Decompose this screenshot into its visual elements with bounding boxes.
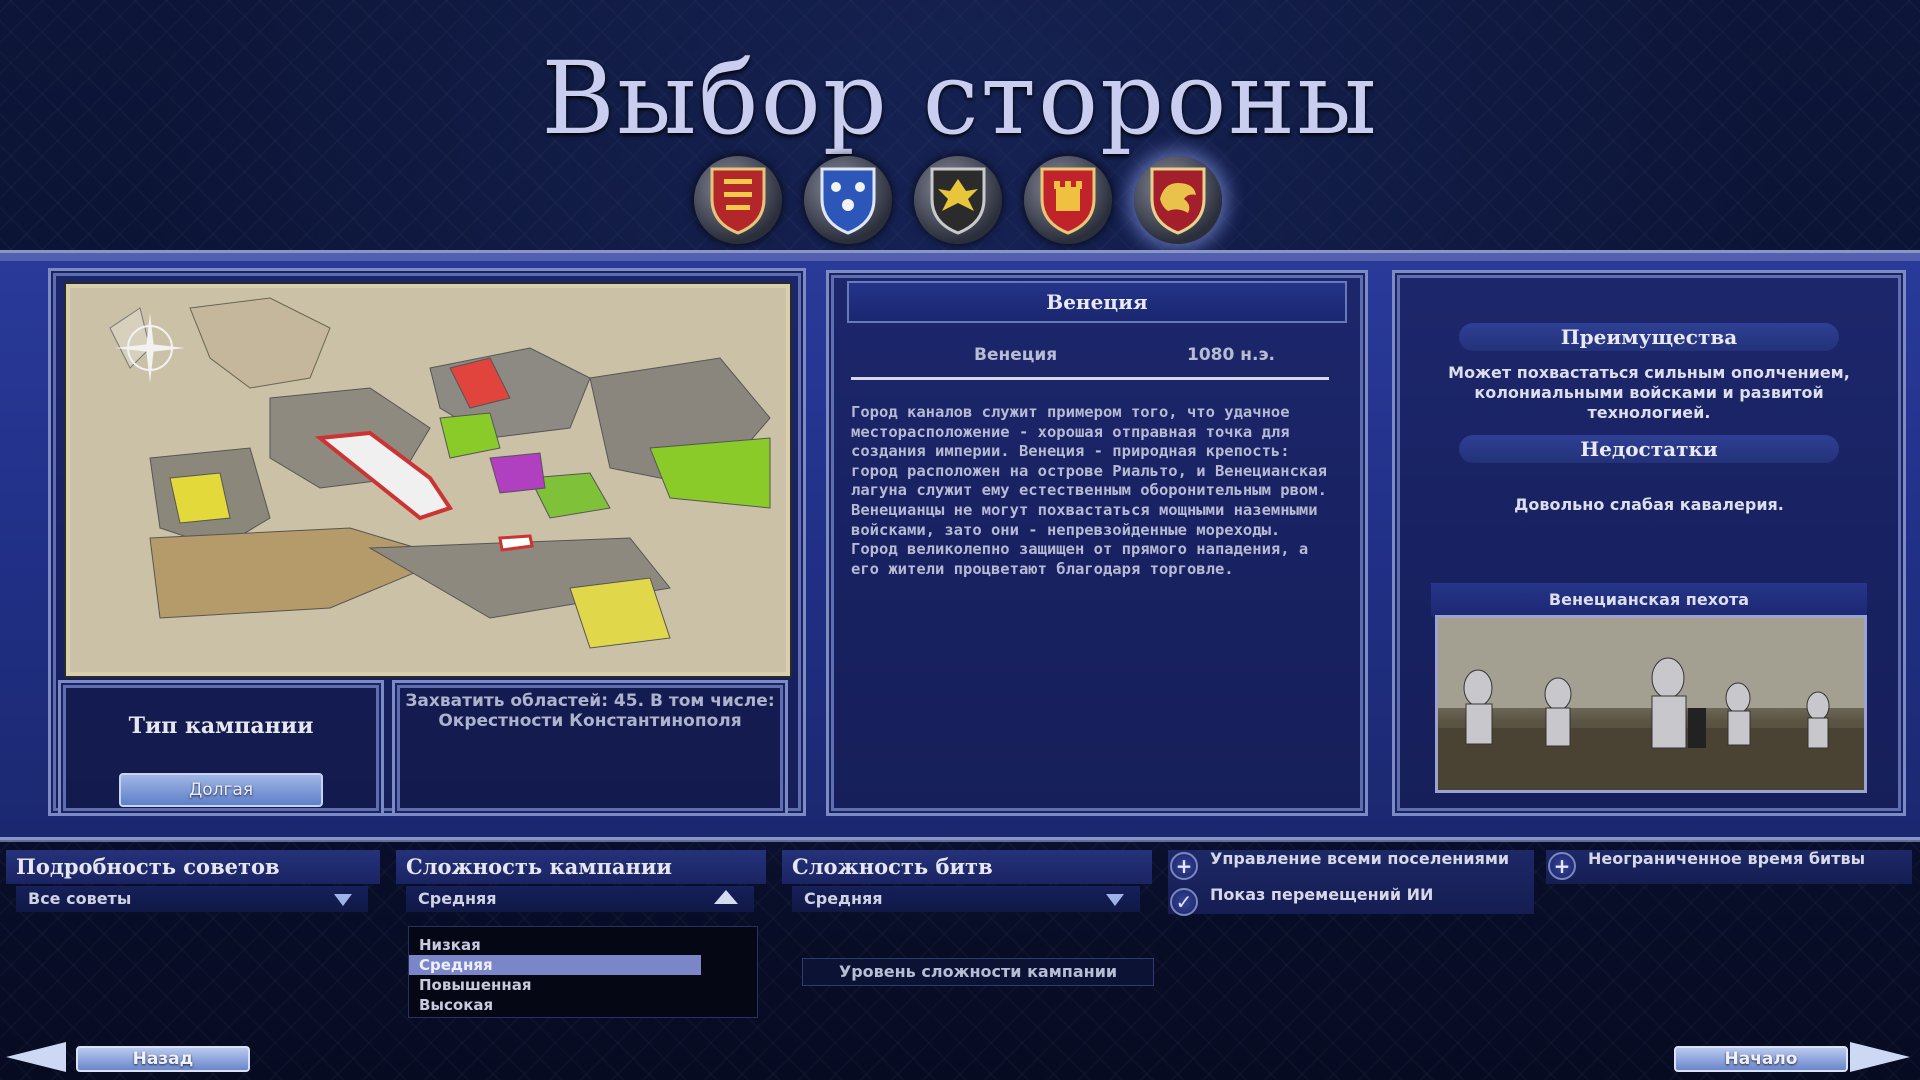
campaign-goal-panel: Захватить областей: 45. В том числе: Окр… (392, 680, 788, 816)
campaign-difficulty-option: Сложность кампании Средняя (396, 850, 766, 916)
unlimited-time-label: Неограниченное время битвы (1588, 849, 1866, 868)
manage-all-label: Управление всеми поселениями (1210, 849, 1510, 868)
faction-year: 1080 н.э. (1187, 345, 1275, 365)
advice-select[interactable]: Все советы (16, 886, 368, 912)
show-ai-moves-option: ✓ Показ перемещений ИИ (1170, 885, 1530, 916)
start-button[interactable]: Начало (1674, 1040, 1914, 1072)
back-label: Назад (76, 1046, 250, 1072)
dropdown-item[interactable]: Высокая (409, 995, 701, 1015)
battle-difficulty-label: Сложность битв (782, 850, 1152, 884)
battle-difficulty-value: Средняя (804, 889, 883, 908)
advantages-heading: Преимущества (1459, 323, 1839, 351)
campaign-type-button[interactable]: Долгая (119, 773, 323, 807)
plus-icon[interactable]: + (1548, 852, 1576, 880)
faction-description: Город каналов служит примером того, что … (851, 403, 1327, 578)
campaign-type-label: Тип кампании (128, 713, 314, 739)
battle-difficulty-option: Сложность битв Средняя (782, 850, 1152, 916)
campaign-difficulty-label: Сложность кампании (396, 850, 766, 884)
unit-image[interactable] (1435, 615, 1867, 793)
chevron-down-icon[interactable] (1106, 894, 1124, 906)
advice-option: Подробность советов Все советы (6, 850, 380, 916)
checkmark-icon[interactable]: ✓ (1170, 888, 1198, 916)
back-button[interactable]: Назад (6, 1040, 250, 1072)
advice-value: Все советы (28, 889, 132, 908)
chevron-down-icon[interactable] (334, 894, 352, 906)
faction-selector (694, 156, 1222, 244)
france-fleur-shield-icon[interactable] (804, 156, 892, 244)
faction-traits-panel: Преимущества Может похвастаться сильным … (1392, 270, 1906, 816)
show-ai-moves-label: Показ перемещений ИИ (1210, 885, 1434, 904)
faction-meta: Венеция 1080 н.э. (829, 337, 1365, 380)
faction-description-panel: Венеция Венеция 1080 н.э. Город каналов … (826, 270, 1368, 816)
tooltip: Уровень сложности кампании (802, 958, 1154, 986)
campaign-goal-text: Захватить областей: 45. В том числе: Окр… (405, 691, 775, 731)
spain-castle-shield-icon[interactable] (1024, 156, 1112, 244)
advice-label: Подробность советов (6, 850, 380, 884)
dropdown-item[interactable]: Низкая (409, 935, 701, 955)
arrow-right-icon (1850, 1042, 1910, 1072)
plus-icon[interactable]: + (1170, 852, 1198, 880)
faction-name: Венеция (847, 281, 1347, 323)
advantages-text: Может похвастаться сильным ополчением, к… (1448, 363, 1850, 422)
venice-lion-shield-icon[interactable] (1134, 156, 1222, 244)
unlimited-time-option: + Неограниченное время битвы (1548, 849, 1908, 880)
start-label: Начало (1674, 1046, 1848, 1072)
manage-all-option: + Управление всеми поселениями (1170, 849, 1530, 880)
england-lions-shield-icon[interactable] (694, 156, 782, 244)
disadvantages-text: Довольно слабая кавалерия. (1514, 495, 1784, 514)
dropdown-item-selected[interactable]: Средняя (409, 955, 701, 975)
dropdown-item[interactable]: Повышенная (409, 975, 701, 995)
faction-region: Венеция (974, 345, 1058, 365)
campaign-type-panel: Тип кампании Долгая (58, 680, 384, 816)
divider (851, 377, 1329, 380)
battle-difficulty-select[interactable]: Средняя (792, 886, 1140, 912)
disadvantages-heading: Недостатки (1459, 435, 1839, 463)
chevron-up-icon[interactable] (714, 890, 738, 904)
hre-eagle-shield-icon[interactable] (914, 156, 1002, 244)
options-separator (0, 838, 1920, 842)
campaign-map[interactable] (66, 284, 790, 676)
page-title: Выбор стороны (541, 40, 1379, 157)
unit-name: Венецианская пехота (1431, 583, 1867, 617)
campaign-difficulty-dropdown: Низкая Средняя Повышенная Высокая (408, 926, 758, 1018)
campaign-difficulty-value: Средняя (418, 889, 497, 908)
arrow-left-icon (6, 1042, 66, 1072)
campaign-difficulty-select[interactable]: Средняя (406, 886, 754, 912)
